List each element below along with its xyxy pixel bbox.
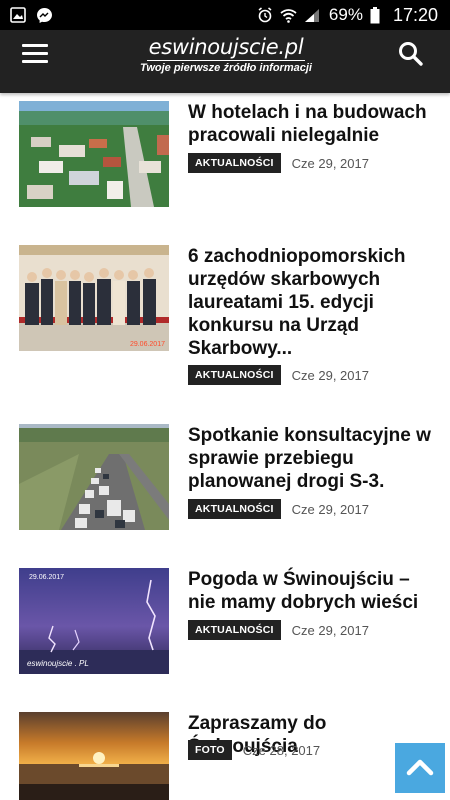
- battery-percent: 69%: [328, 5, 363, 24]
- category-badge[interactable]: AKTUALNOŚCI: [188, 153, 281, 173]
- category-badge[interactable]: FOTO: [188, 740, 232, 760]
- article-date: Cze 29, 2017: [291, 367, 369, 383]
- signal-icon: [304, 8, 319, 22]
- category-badge[interactable]: AKTUALNOŚCI: [188, 499, 281, 519]
- article-thumbnail[interactable]: 29.06.2017: [19, 245, 169, 351]
- article-date: Cze 29, 2017: [291, 155, 369, 171]
- image-date: 29.06.2017: [29, 574, 65, 581]
- article-meta: FOTO Cze 28, 2017: [188, 740, 320, 760]
- article-thumbnail[interactable]: [19, 424, 169, 530]
- logo-title: eswinoujscie.pl: [146, 35, 306, 61]
- chevron-up-icon: [406, 759, 434, 776]
- article-title[interactable]: W hotelach i na budowach pracowali niele…: [188, 101, 438, 147]
- status-bar-right: 69% 17:20: [257, 5, 438, 26]
- hamburger-icon[interactable]: [22, 42, 54, 68]
- logo-subtitle: Twoje pierwsze źródło informacji: [140, 62, 312, 74]
- search-icon[interactable]: [397, 40, 425, 68]
- wifi-icon: [280, 8, 297, 23]
- article-thumbnail[interactable]: [19, 712, 169, 800]
- scroll-top-button[interactable]: [395, 743, 445, 793]
- article-item[interactable]: 29.06.2017 eswinoujscie . PL Pogoda w Św…: [19, 568, 439, 678]
- article-item[interactable]: Zapraszamy do Świnoujścia FOTO Cze 28, 2…: [19, 712, 439, 800]
- article-date: Cze 29, 2017: [291, 622, 369, 638]
- status-bar-left: [10, 7, 53, 24]
- site-logo[interactable]: eswinoujscie.pl Twoje pierwsze źródło in…: [135, 34, 317, 75]
- article-date: Cze 28, 2017: [242, 742, 321, 758]
- article-meta: AKTUALNOŚCI Cze 29, 2017: [188, 499, 369, 519]
- article-title[interactable]: Pogoda w Świnoujściu – nie mamy dobrych …: [188, 568, 438, 614]
- article-title[interactable]: 6 zachodniopomorskich urzędów skarbowych…: [188, 245, 438, 360]
- article-date: Cze 29, 2017: [291, 501, 369, 517]
- battery-icon: [370, 6, 380, 23]
- clock: 17:20: [392, 4, 438, 25]
- article-thumbnail[interactable]: 29.06.2017 eswinoujscie . PL: [19, 568, 169, 674]
- category-badge[interactable]: AKTUALNOŚCI: [188, 620, 281, 640]
- article-meta: AKTUALNOŚCI Cze 29, 2017: [188, 365, 369, 385]
- article-thumbnail[interactable]: [19, 101, 169, 207]
- article-item[interactable]: Spotkanie konsultacyjne w sprawie przebi…: [19, 424, 439, 534]
- alarm-icon: [258, 7, 272, 23]
- article-meta: AKTUALNOŚCI Cze 29, 2017: [188, 153, 369, 173]
- status-bar: 69% 17:20: [0, 0, 450, 30]
- site-header: eswinoujscie.pl Twoje pierwsze źródło in…: [0, 30, 450, 93]
- article-meta: AKTUALNOŚCI Cze 29, 2017: [188, 620, 369, 640]
- category-badge[interactable]: AKTUALNOŚCI: [188, 365, 281, 385]
- image-caption: 29.06.2017: [129, 341, 165, 348]
- image-watermark: eswinoujscie . PL: [27, 659, 89, 668]
- gallery-icon: [10, 7, 26, 23]
- article-item[interactable]: 29.06.2017 6 zachodniopomorskich urzędów…: [19, 245, 439, 390]
- messenger-icon: [37, 7, 52, 23]
- article-title[interactable]: Spotkanie konsultacyjne w sprawie przebi…: [188, 424, 438, 493]
- article-item[interactable]: W hotelach i na budowach pracowali niele…: [19, 101, 439, 211]
